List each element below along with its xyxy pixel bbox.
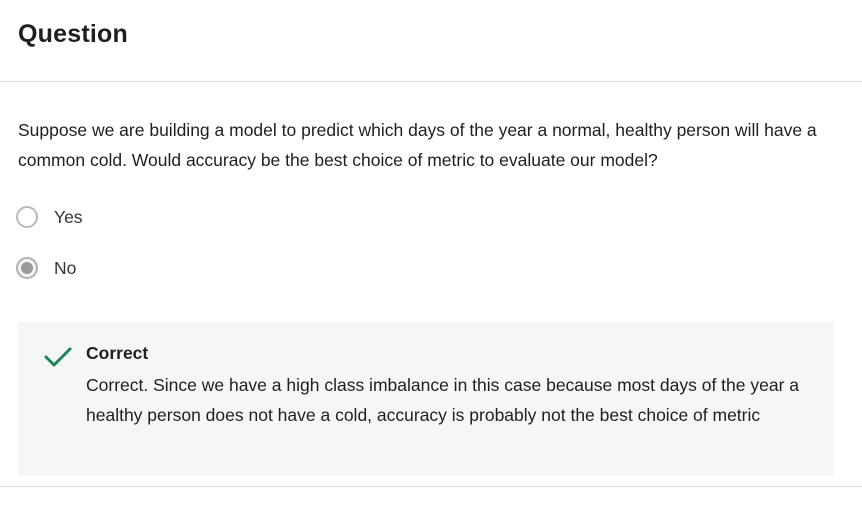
- question-prompt: Suppose we are building a model to predi…: [18, 120, 817, 170]
- option-label: Yes: [54, 206, 83, 227]
- radio-dot: [21, 262, 33, 274]
- option-yes[interactable]: Yes: [16, 206, 83, 228]
- question-header: Question: [0, 0, 862, 82]
- option-no[interactable]: No: [16, 257, 76, 279]
- page-title: Question: [18, 20, 128, 48]
- feedback-status: Correct: [86, 343, 149, 363]
- feedback-message: Correct. Since we have a high class imba…: [86, 375, 800, 425]
- radio-button-unchecked[interactable]: [16, 206, 38, 228]
- radio-button-checked[interactable]: [16, 257, 38, 279]
- option-label: No: [54, 257, 77, 278]
- divider: [0, 486, 862, 487]
- checkmark-icon: [44, 347, 72, 367]
- feedback-panel: Correct Correct. Since we have a high cl…: [18, 322, 834, 476]
